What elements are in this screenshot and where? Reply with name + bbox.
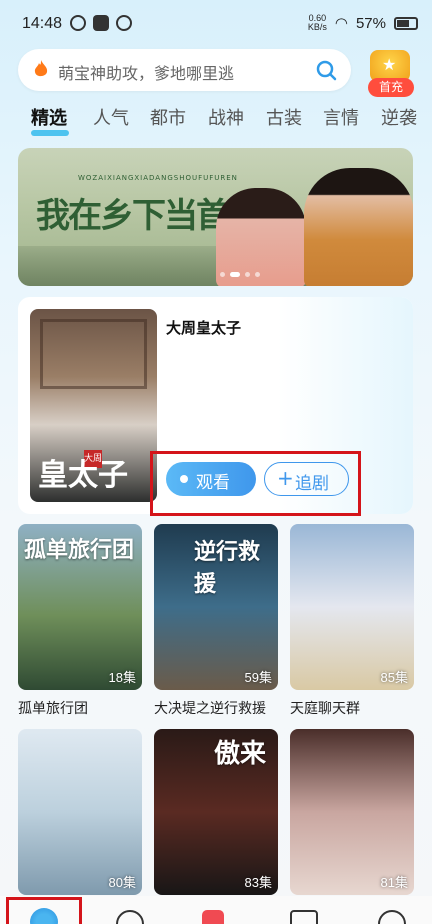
poster-title-art: 皇太子 [38, 458, 128, 493]
tab-comeback[interactable]: 逆袭 [381, 104, 417, 130]
status-bar: 14:48 0.60 KB/s ◠ 57% [0, 0, 432, 48]
drama-title: 大决堤之逆行救援 [154, 701, 266, 717]
wifi-icon: ◠ [334, 15, 348, 32]
tab-featured[interactable]: 精选 [31, 104, 69, 136]
episode-count: 83集 [244, 875, 272, 890]
search-bar[interactable]: 萌宝神助攻，爹地哪里逃 [18, 49, 351, 91]
drama-title: 天庭聊天群 [290, 701, 360, 717]
active-tab-indicator [31, 130, 69, 136]
tiktok-icon [93, 15, 109, 31]
drama-thumbnail[interactable]: 傲来 83集 [154, 729, 278, 895]
drama-thumbnail[interactable]: 85集 [290, 524, 414, 690]
featured-title: 大周皇太子 [166, 319, 242, 337]
episode-count: 18集 [108, 670, 136, 685]
featured-poster[interactable]: 大周 皇太子 [30, 309, 157, 502]
search-icon[interactable] [315, 59, 337, 81]
net-speed: 0.60 KB/s [307, 13, 327, 32]
theater-tab-icon[interactable] [116, 910, 144, 924]
banner-pagination [220, 272, 260, 277]
drama-card[interactable]: 逆行救援 59集 大决堤之逆行救援 [154, 524, 278, 718]
drama-thumbnail[interactable]: 孤单旅行团 18集 [18, 524, 142, 690]
annotation-highlight-buttons [150, 451, 361, 516]
drama-card[interactable]: 81集 [290, 729, 414, 895]
notification-icons [70, 15, 132, 31]
pagination-dot [245, 272, 250, 277]
banner-pinyin: WOZAIXIANGXIADANGSHOUFUFUREN [78, 174, 238, 182]
episode-count: 81集 [380, 875, 408, 890]
drama-card[interactable]: 85集 天庭聊天群 [290, 524, 414, 718]
pagination-dot [220, 272, 225, 277]
thumbnail-title-art: 孤单旅行团 [24, 537, 135, 563]
status-right: 0.60 KB/s ◠ 57% [308, 14, 418, 32]
episode-count: 85集 [380, 670, 408, 685]
profile-tab-icon[interactable] [378, 910, 406, 924]
category-tabs: 精选 人气 都市 战神 古装 言情 逆袭 [0, 104, 432, 138]
hero-banner[interactable]: WOZAIXIANGXIADANGSHOUFUFUREN 我在乡下当首富夫人 [18, 148, 413, 286]
annotation-highlight-home [6, 897, 82, 924]
featured-tab-icon[interactable] [202, 910, 224, 924]
thumbnail-title-art: 傲来 [214, 739, 267, 769]
episode-count: 80集 [108, 875, 136, 890]
drama-card[interactable]: 孤单旅行团 18集 孤单旅行团 [18, 524, 142, 718]
thumbnail-title-art: 逆行救援 [194, 539, 261, 597]
tab-costume[interactable]: 古装 [266, 104, 302, 130]
battery-icon [394, 16, 418, 30]
flame-icon [34, 60, 48, 77]
first-recharge-button[interactable]: 首充 [364, 50, 416, 98]
search-placeholder: 萌宝神助攻，爹地哪里逃 [58, 64, 235, 83]
library-tab-icon[interactable] [290, 910, 318, 924]
notification-icon [70, 15, 86, 31]
tab-war-god[interactable]: 战神 [208, 104, 244, 130]
poster-window-frame [40, 319, 147, 389]
banner-actor [304, 168, 413, 286]
tab-urban[interactable]: 都市 [150, 104, 186, 130]
tab-romance[interactable]: 言情 [323, 104, 359, 130]
first-recharge-label: 首充 [368, 78, 414, 97]
status-time: 14:48 [22, 15, 63, 32]
tab-popular[interactable]: 人气 [93, 104, 129, 130]
drama-thumbnail[interactable]: 81集 [290, 729, 414, 895]
drama-thumbnail[interactable]: 80集 [18, 729, 142, 895]
drama-card[interactable]: 80集 [18, 729, 142, 895]
battery-level: 57% [355, 14, 386, 32]
app-notification-icon [116, 15, 132, 31]
episode-count: 59集 [244, 670, 272, 685]
pagination-dot [255, 272, 260, 277]
drama-card[interactable]: 傲来 83集 [154, 729, 278, 895]
drama-title: 孤单旅行团 [18, 701, 88, 717]
drama-thumbnail[interactable]: 逆行救援 59集 [154, 524, 278, 690]
pagination-dot-active [230, 272, 240, 277]
